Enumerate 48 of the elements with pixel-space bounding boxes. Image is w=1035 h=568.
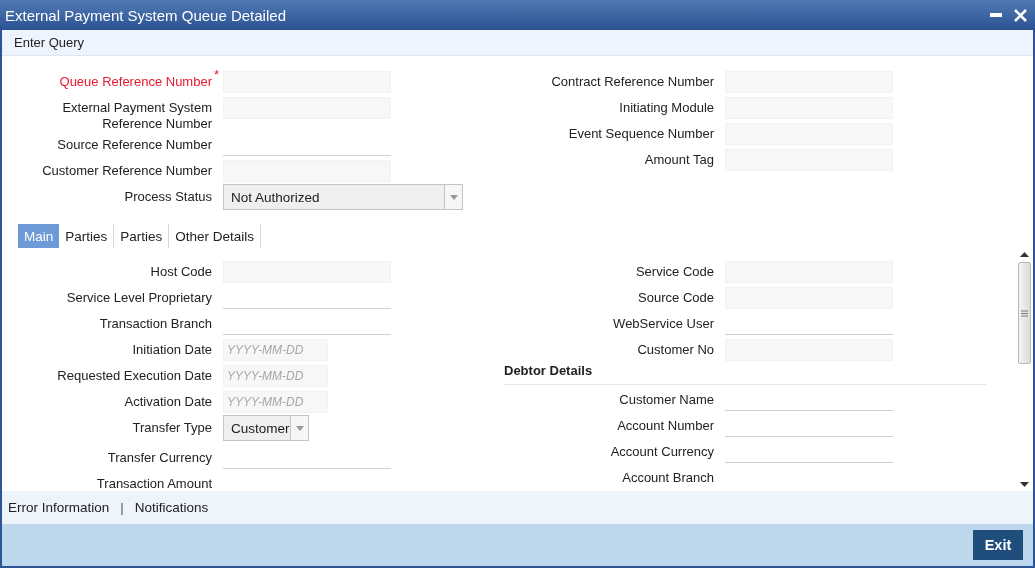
field-label: Source Reference Number — [56, 136, 212, 153]
field-label: Event Sequence Number — [567, 125, 714, 142]
footer-link[interactable]: Notifications — [134, 500, 209, 515]
date-placeholder: YYYY-MM-DD — [227, 343, 304, 357]
field-label: Initiation Date — [131, 341, 212, 358]
field-label: Queue Reference Number — [58, 73, 212, 90]
scroll-down-icon[interactable] — [1019, 480, 1029, 488]
field-label: Process Status — [123, 188, 212, 205]
exit-button[interactable]: Exit — [973, 530, 1023, 560]
field-label: Transaction Amount — [95, 475, 212, 491]
scroll-up-icon[interactable] — [1019, 251, 1029, 259]
minimize-icon[interactable] — [990, 13, 1002, 17]
field-label: Contract Reference Number — [550, 73, 714, 90]
dropdown-field[interactable]: Customer — [223, 415, 309, 441]
caret-icon — [449, 194, 458, 200]
section-heading: Debtor Details — [504, 363, 593, 380]
field-label: Activation Date — [123, 393, 212, 410]
field-label: Requested Execution Date — [56, 367, 212, 384]
date-placeholder: YYYY-MM-DD — [227, 369, 304, 383]
field-label: Customer Reference Number — [41, 162, 212, 179]
field-label: Customer Name — [618, 391, 714, 408]
field-label: Transfer Currency — [106, 449, 212, 466]
close-icon[interactable] — [1014, 8, 1027, 22]
window-title: External Payment System Queue Detailed — [5, 6, 286, 24]
field-label: External Payment System Reference Number — [61, 99, 212, 132]
dropdown-value: Not Authorized — [231, 189, 320, 205]
field-label: Transfer Type — [131, 419, 212, 436]
field-label: WebService User — [612, 315, 714, 332]
footer-link[interactable]: Error Information — [8, 500, 110, 515]
field-label: Transaction Branch — [98, 315, 212, 332]
menu-item[interactable]: Enter Query — [14, 35, 85, 50]
field-label: Customer No — [636, 341, 714, 358]
caret-icon — [295, 425, 304, 431]
field-label: Host Code — [149, 263, 212, 280]
field-label: Account Currency — [609, 443, 714, 460]
field-label: Service Code — [634, 263, 714, 280]
separator: | — [120, 500, 124, 515]
field-label: Account Branch — [621, 469, 714, 486]
dropdown-value: Customer — [231, 420, 290, 436]
dropdown-field[interactable]: Not Authorized — [223, 184, 463, 210]
date-placeholder: YYYY-MM-DD — [227, 395, 304, 409]
field-label: Initiating Module — [618, 99, 714, 116]
field-label: Amount Tag — [643, 151, 714, 168]
field-label: Source Code — [637, 289, 714, 306]
grip-icon — [1020, 309, 1028, 317]
field-label: Service Level Proprietary — [65, 289, 212, 306]
required-mark: * — [213, 69, 221, 81]
field-label: Account Number — [616, 417, 714, 434]
